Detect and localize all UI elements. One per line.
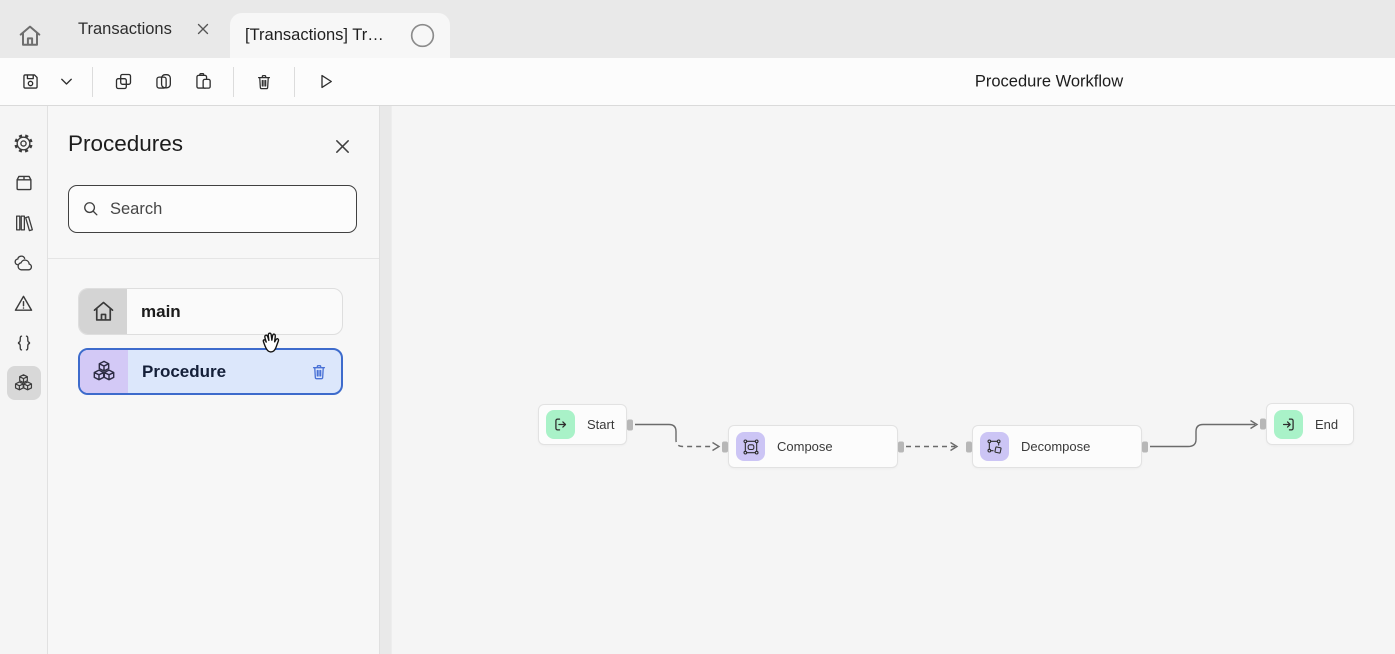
paste-icon [193, 71, 214, 92]
app-window: Transactions [Transactions] Tr… [0, 0, 1395, 654]
braces-icon [13, 332, 35, 354]
search-input[interactable] [110, 200, 344, 219]
left-icon-rail [0, 106, 48, 654]
cubes-icon [80, 350, 128, 393]
toolbar-separator [294, 67, 295, 97]
sidebar-item-library[interactable] [7, 206, 41, 240]
chevron-down-icon [57, 72, 76, 91]
toolbar: Procedure Workflow [0, 58, 1395, 106]
decompose-icon [980, 432, 1009, 461]
connector-port-in[interactable] [966, 441, 972, 452]
node-compose[interactable]: Compose [728, 425, 898, 468]
sidebar-item-package[interactable] [7, 166, 41, 200]
sidebar-item-cloud[interactable] [7, 246, 41, 280]
tab-transactions-workflow[interactable]: [Transactions] Tr… [230, 13, 450, 58]
connector-port-in[interactable] [1260, 419, 1266, 430]
cubes-icon [12, 372, 35, 395]
edge-layer [392, 106, 1395, 654]
edge-start-compose [635, 425, 719, 451]
list-item-main[interactable]: main [78, 288, 343, 335]
duplicate-icon [153, 71, 174, 92]
node-start[interactable]: Start [538, 404, 627, 445]
home-tab-button[interactable] [16, 22, 44, 50]
connector-port-in[interactable] [722, 441, 728, 452]
delete-button[interactable] [247, 65, 281, 99]
tab-label: [Transactions] Tr… [245, 26, 384, 45]
start-arrow-icon [546, 410, 575, 439]
list-item-procedure[interactable]: Procedure [78, 348, 343, 395]
floppy-icon [20, 71, 41, 92]
search-box[interactable] [68, 185, 357, 233]
delete-procedure-button[interactable] [309, 362, 329, 382]
save-button[interactable] [13, 65, 47, 99]
workflow-canvas[interactable]: Start Compose [392, 106, 1395, 654]
tab-label: Transactions [78, 20, 172, 39]
edge-decompose-end [1150, 421, 1257, 447]
box-icon [13, 172, 35, 194]
toolbar-separator [233, 67, 234, 97]
copy-icon [113, 71, 134, 92]
procedures-panel: Procedures mai [48, 106, 379, 654]
panel-divider [48, 258, 379, 259]
run-button[interactable] [308, 65, 342, 99]
sidebar-item-code[interactable] [7, 326, 41, 360]
node-label: Start [587, 417, 614, 432]
node-decompose[interactable]: Decompose [972, 425, 1142, 468]
search-icon [81, 199, 101, 219]
connector-port-out[interactable] [1142, 441, 1148, 452]
gear-icon [12, 132, 35, 155]
compose-icon [736, 432, 765, 461]
page-title: Procedure Workflow [975, 72, 1123, 91]
save-options-button[interactable] [53, 65, 79, 99]
duplicate-button[interactable] [146, 65, 180, 99]
end-arrow-icon [1274, 410, 1303, 439]
play-icon [315, 71, 336, 92]
node-label: Compose [777, 439, 833, 454]
close-icon [332, 136, 353, 157]
panel-close-button[interactable] [332, 136, 353, 157]
clouds-icon [12, 252, 35, 275]
node-end[interactable]: End [1266, 403, 1354, 445]
sidebar-item-alerts[interactable] [7, 286, 41, 320]
home-icon [79, 289, 127, 334]
node-label: Decompose [1021, 439, 1090, 454]
tab-transactions[interactable]: Transactions [62, 0, 228, 58]
close-tab-icon[interactable] [194, 20, 212, 38]
connector-port-out[interactable] [898, 441, 904, 452]
toolbar-separator [92, 67, 93, 97]
list-item-label: main [141, 302, 181, 322]
edge-compose-decompose [906, 443, 957, 451]
sidebar-item-settings[interactable] [7, 126, 41, 160]
copy-button[interactable] [106, 65, 140, 99]
panel-title: Procedures [68, 131, 183, 157]
unsaved-indicator-icon[interactable] [410, 23, 435, 48]
panel-canvas-divider[interactable] [379, 106, 392, 654]
connector-port-out[interactable] [627, 419, 633, 430]
tab-bar: Transactions [Transactions] Tr… [0, 0, 1395, 58]
node-label: End [1315, 417, 1338, 432]
home-icon [16, 22, 44, 50]
list-item-label: Procedure [142, 362, 226, 382]
warning-icon [12, 292, 35, 315]
books-icon [13, 212, 35, 234]
sidebar-item-procedures[interactable] [7, 366, 41, 400]
paste-button[interactable] [186, 65, 220, 99]
trash-icon [254, 72, 274, 92]
